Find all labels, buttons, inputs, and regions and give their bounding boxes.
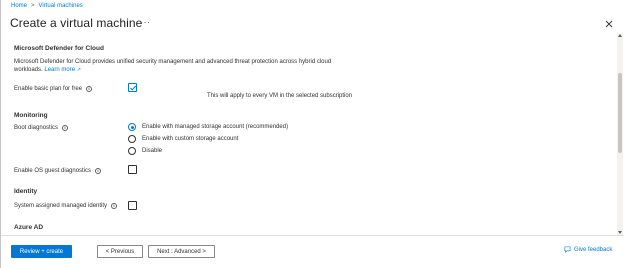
boot-option-disable[interactable]: Disable xyxy=(128,147,162,155)
os-guest-diagnostics-checkbox[interactable] xyxy=(128,165,137,174)
boot-option-custom[interactable]: Enable with custom storage account xyxy=(128,135,238,143)
enable-basic-plan-label: Enable basic plan for free i xyxy=(14,86,93,92)
info-icon[interactable]: i xyxy=(111,203,118,209)
external-link-icon: ↗ xyxy=(76,67,81,73)
breadcrumb-virtual-machines[interactable]: Virtual machines xyxy=(39,3,83,9)
section-title-identity: Identity xyxy=(14,188,38,195)
review-create-button[interactable]: Review + create xyxy=(11,245,72,258)
info-icon[interactable]: i xyxy=(86,86,93,92)
previous-button[interactable]: < Previous xyxy=(97,245,143,258)
close-icon[interactable] xyxy=(604,16,614,28)
boot-diagnostics-label: Boot diagnostics i xyxy=(14,125,69,131)
create-vm-blade: Home > Virtual machines Create a virtual… xyxy=(0,0,624,268)
scroll-down-icon[interactable] xyxy=(618,231,622,234)
managed-identity-text: System assigned managed identity xyxy=(14,203,108,209)
managed-identity-checkbox[interactable] xyxy=(128,201,137,210)
vertical-scrollbar[interactable] xyxy=(617,33,623,235)
give-feedback-label: Give feedback xyxy=(574,246,613,253)
boot-diagnostics-text: Boot diagnostics xyxy=(14,125,59,131)
boot-option-label: Enable with managed storage account (rec… xyxy=(142,124,289,130)
breadcrumb: Home > Virtual machines xyxy=(11,3,83,9)
section-title-monitoring: Monitoring xyxy=(14,112,48,119)
footer-bar: Review + create < Previous Next : Advanc… xyxy=(1,235,624,268)
enable-basic-plan-text: Enable basic plan for free xyxy=(14,86,83,92)
scroll-thumb[interactable] xyxy=(618,73,622,153)
scroll-up-icon[interactable] xyxy=(618,34,622,37)
learn-more-link[interactable]: Learn more ↗ xyxy=(44,67,81,73)
defender-description: Microsoft Defender for Cloud provides un… xyxy=(14,58,354,74)
managed-identity-label: System assigned managed identity i xyxy=(14,203,118,209)
form-content: Microsoft Defender for Cloud Microsoft D… xyxy=(1,33,617,235)
breadcrumb-home[interactable]: Home xyxy=(11,3,27,9)
info-icon[interactable]: i xyxy=(95,168,102,174)
os-guest-diagnostics-label: Enable OS guest diagnostics i xyxy=(14,168,102,174)
enable-basic-plan-checkbox[interactable] xyxy=(128,83,137,92)
learn-more-label: Learn more xyxy=(44,67,76,73)
boot-option-label: Enable with custom storage account xyxy=(142,136,239,142)
section-title-defender: Microsoft Defender for Cloud xyxy=(14,45,104,52)
more-options-icon[interactable]: ··· xyxy=(140,17,151,27)
breadcrumb-separator: > xyxy=(31,3,35,9)
next-advanced-button[interactable]: Next : Advanced > xyxy=(148,245,215,258)
boot-option-label: Disable xyxy=(142,148,163,154)
give-feedback-link[interactable]: Give feedback xyxy=(564,246,612,253)
info-icon[interactable]: i xyxy=(62,125,69,131)
section-title-azure-ad: Azure AD xyxy=(14,224,44,231)
page-title: Create a virtual machine xyxy=(10,16,143,30)
boot-option-managed[interactable]: Enable with managed storage account (rec… xyxy=(128,123,288,131)
radio-button[interactable] xyxy=(128,123,136,131)
radio-button[interactable] xyxy=(128,147,136,155)
feedback-icon xyxy=(564,246,571,253)
os-guest-diagnostics-text: Enable OS guest diagnostics xyxy=(14,168,92,174)
radio-button[interactable] xyxy=(128,135,136,143)
enable-basic-plan-note: This will apply to every VM in the selec… xyxy=(207,93,353,99)
